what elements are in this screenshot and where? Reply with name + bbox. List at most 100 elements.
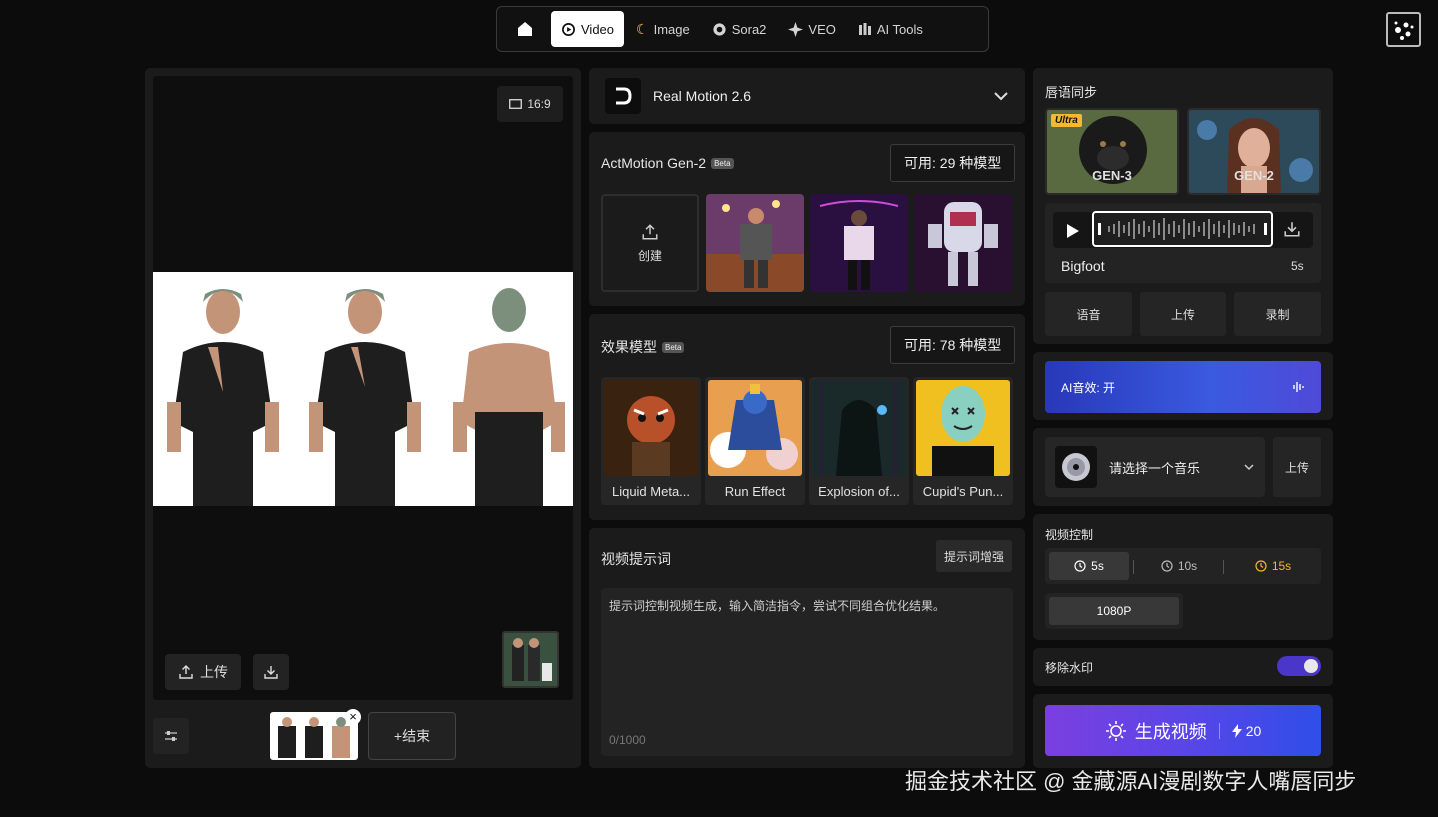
record-button[interactable]: 录制 <box>1234 292 1321 336</box>
remove-watermark-label: 移除水印 <box>1045 661 1094 675</box>
gen-label: GEN-3 <box>1092 168 1132 183</box>
reference-thumbnail[interactable] <box>502 631 559 688</box>
audio-upload-button[interactable]: 上传 <box>1140 292 1226 336</box>
add-end-frame-button[interactable]: +结束 <box>368 712 456 760</box>
effect-card-run-effect[interactable]: Run Effect <box>705 377 805 505</box>
divider <box>1223 560 1224 574</box>
openai-icon <box>713 22 726 36</box>
tab-sora2[interactable]: Sora2 <box>702 11 777 47</box>
aspect-ratio-icon <box>509 99 523 109</box>
prompt-input[interactable]: 提示词控制视频生成，输入简洁指令，尝试不同组合优化结果。 0/1000 <box>601 588 1013 756</box>
bars-icon <box>858 23 871 35</box>
remove-clip-icon[interactable]: × <box>345 709 361 725</box>
tab-video[interactable]: Video <box>551 11 625 47</box>
ai-sound-toggle[interactable]: AI音效: 开 <box>1045 361 1321 413</box>
app-logo[interactable] <box>1386 12 1421 47</box>
effect-card-liquid-metal[interactable]: Liquid Meta... <box>601 377 701 505</box>
effect-label: Liquid Meta... <box>611 484 691 499</box>
remove-watermark-toggle[interactable] <box>1277 656 1321 676</box>
preview-upload-button[interactable]: 上传 <box>165 654 241 690</box>
resolution-1080p-option[interactable]: 1080P <box>1049 597 1179 625</box>
effects-available-button[interactable]: 可用: 78 种模型 <box>890 326 1016 364</box>
aspect-ratio-button[interactable]: 16:9 <box>497 86 563 122</box>
effect-label: Run Effect <box>724 484 786 499</box>
audio-name: Bigfoot <box>1061 258 1105 274</box>
clock-icon <box>1161 560 1173 572</box>
toggle-knob <box>1304 659 1318 673</box>
duration-10s-option[interactable]: 10s <box>1139 552 1219 580</box>
audio-waveform-scrubber[interactable] <box>1092 211 1273 247</box>
motion-template-dancer[interactable] <box>706 194 804 292</box>
tab-label: Video <box>581 21 615 37</box>
character-reference-image <box>153 272 573 506</box>
model-name: Real Motion 2.6 <box>653 88 752 104</box>
ai-sound-label: AI音效: 开 <box>1061 380 1116 395</box>
duration-label: 10s <box>1177 559 1198 573</box>
aspect-ratio-label: 16:9 <box>527 97 551 111</box>
dots-logo-icon <box>1394 21 1414 40</box>
duration-15s-option[interactable]: 15s <box>1233 552 1313 580</box>
effects-title-text: 效果模型 <box>601 339 657 355</box>
play-icon[interactable] <box>1062 221 1082 241</box>
upload-label: 上传 <box>1170 307 1195 322</box>
model-selector[interactable]: Real Motion 2.6 <box>589 68 1025 124</box>
duration-5s-option[interactable]: 5s <box>1049 552 1129 580</box>
divider <box>1218 722 1220 739</box>
tab-image[interactable]: ☾ Image <box>626 11 700 47</box>
sparkle-burst-icon <box>1105 720 1126 741</box>
audio-duration: 5s <box>1291 259 1304 273</box>
prompt-enhance-button[interactable]: 提示词增强 <box>936 540 1012 572</box>
beta-badge: Beta <box>662 341 685 353</box>
clock-icon <box>1074 560 1086 572</box>
available-count: 可用: 29 种模型 <box>904 155 1002 171</box>
lipsync-title: 唇语同步 <box>1045 85 1098 100</box>
sliders-icon <box>165 731 177 741</box>
upload-icon <box>642 223 658 239</box>
tab-veo[interactable]: VEO <box>778 11 845 47</box>
upload-label: 上传 <box>1284 460 1309 475</box>
home-button[interactable] <box>501 11 549 47</box>
enhance-label: 提示词增强 <box>943 549 1004 564</box>
generate-label: 生成视频 <box>1134 721 1207 742</box>
beta-badge: Beta <box>711 157 734 169</box>
duration-label: 5s <box>1091 559 1104 573</box>
preview-download-button[interactable] <box>253 654 289 690</box>
credit-cost: 20 <box>1245 722 1262 739</box>
divider <box>1133 560 1134 574</box>
effects-title: 效果模型 Beta <box>601 337 685 357</box>
tab-label: Sora2 <box>731 21 767 37</box>
create-motion-button[interactable]: 创建 <box>601 194 699 292</box>
lipsync-gen2-option[interactable]: GEN-2 <box>1187 108 1321 195</box>
chevron-down-icon <box>994 92 1008 101</box>
settings-sliders-button[interactable] <box>153 718 189 754</box>
gen-label: GEN-2 <box>1234 168 1274 183</box>
record-label: 录制 <box>1265 307 1290 322</box>
voice-button[interactable]: 语音 <box>1045 292 1132 336</box>
effect-thumbnail <box>604 380 698 476</box>
motion-template-singer[interactable] <box>810 194 908 292</box>
effect-card-cupids-punch[interactable]: Cupid's Pun... <box>913 377 1013 505</box>
audio-download-icon[interactable] <box>1283 220 1303 240</box>
clock-icon <box>1255 560 1267 572</box>
motion-template-robot[interactable] <box>914 194 1012 292</box>
lipsync-gen3-option[interactable]: Ultra GEN-3 <box>1045 108 1179 195</box>
effect-card-explosion[interactable]: Explosion of... <box>809 377 909 505</box>
upload-label: 上传 <box>200 664 228 680</box>
generate-video-button[interactable]: 生成视频 20 <box>1045 705 1321 756</box>
banana-icon: ☾ <box>636 20 649 37</box>
tab-ai-tools[interactable]: AI Tools <box>848 11 933 47</box>
actmotion-title: ActMotion Gen-2 Beta <box>601 155 734 171</box>
effect-thumbnail <box>916 380 1010 476</box>
actmotion-available-button[interactable]: 可用: 29 种模型 <box>890 144 1016 182</box>
prompt-title: 视频提示词 <box>601 551 671 567</box>
model-logo-icon <box>605 78 641 114</box>
video-control-title-text: 视频控制 <box>1045 528 1094 542</box>
end-frame-label: +结束 <box>393 728 431 744</box>
prompt-char-counter: 0/1000 <box>609 733 646 747</box>
music-upload-button[interactable]: 上传 <box>1273 437 1321 497</box>
music-placeholder: 请选择一个音乐 <box>1109 460 1201 476</box>
audio-wave-icon <box>1293 382 1304 392</box>
music-select[interactable]: 请选择一个音乐 <box>1045 437 1265 497</box>
top-nav: Video ☾ Image Sora2 VEO AI Tools <box>496 6 989 52</box>
home-icon <box>518 22 532 36</box>
